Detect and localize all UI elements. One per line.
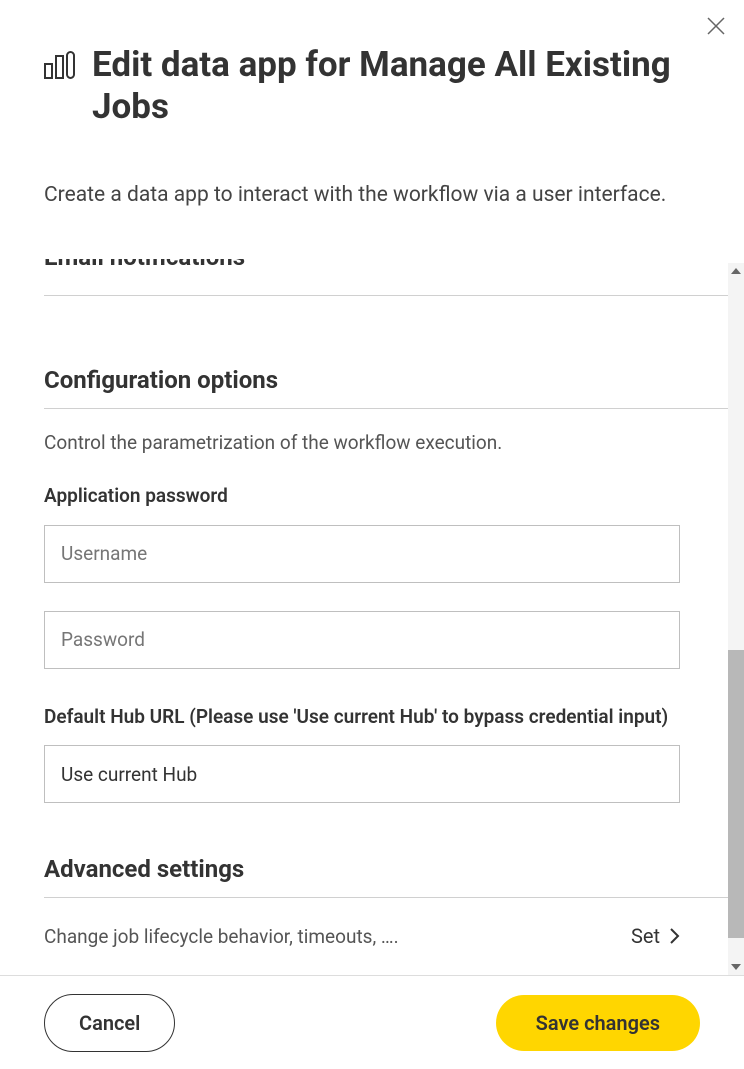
section-advanced-title: Advanced settings	[44, 855, 728, 883]
scroll-down-button[interactable]	[728, 959, 744, 975]
close-button[interactable]	[706, 16, 726, 40]
advanced-set-button[interactable]: Set	[631, 920, 680, 952]
username-input[interactable]	[44, 525, 680, 583]
dialog-subtitle: Create a data app to interact with the w…	[44, 180, 700, 210]
dialog-header: Edit data app for Manage All Existing Jo…	[0, 0, 744, 210]
data-app-icon	[44, 50, 76, 84]
section-config-body: Control the parametrization of the workf…	[44, 408, 728, 831]
section-divider	[44, 295, 728, 296]
config-desc: Control the parametrization of the workf…	[44, 431, 728, 454]
app-password-label: Application password	[44, 482, 728, 511]
hub-url-input[interactable]	[44, 745, 680, 803]
scroll-content: Email notifications Configuration option…	[44, 247, 728, 975]
scrollbar[interactable]	[728, 263, 744, 975]
password-input[interactable]	[44, 611, 680, 669]
dialog-footer: Cancel Save changes	[0, 975, 744, 1069]
caret-down-icon	[731, 964, 741, 970]
scrollbar-thumb[interactable]	[728, 650, 744, 938]
section-config-title: Configuration options	[44, 366, 728, 394]
advanced-desc: Change job lifecycle behavior, timeouts,…	[44, 925, 399, 948]
dialog-title: Edit data app for Manage All Existing Jo…	[92, 44, 700, 128]
save-changes-button[interactable]: Save changes	[496, 995, 700, 1051]
close-icon	[706, 16, 726, 36]
cancel-button[interactable]: Cancel	[44, 994, 175, 1052]
caret-up-icon	[731, 268, 741, 274]
hub-url-label: Default Hub URL (Please use 'Use current…	[44, 703, 728, 732]
set-label: Set	[631, 924, 660, 948]
section-advanced-body: Change job lifecycle behavior, timeouts,…	[44, 897, 728, 952]
chevron-right-icon	[670, 928, 680, 944]
section-email-notifications-title: Email notifications	[44, 247, 728, 271]
scroll-up-button[interactable]	[728, 263, 744, 279]
